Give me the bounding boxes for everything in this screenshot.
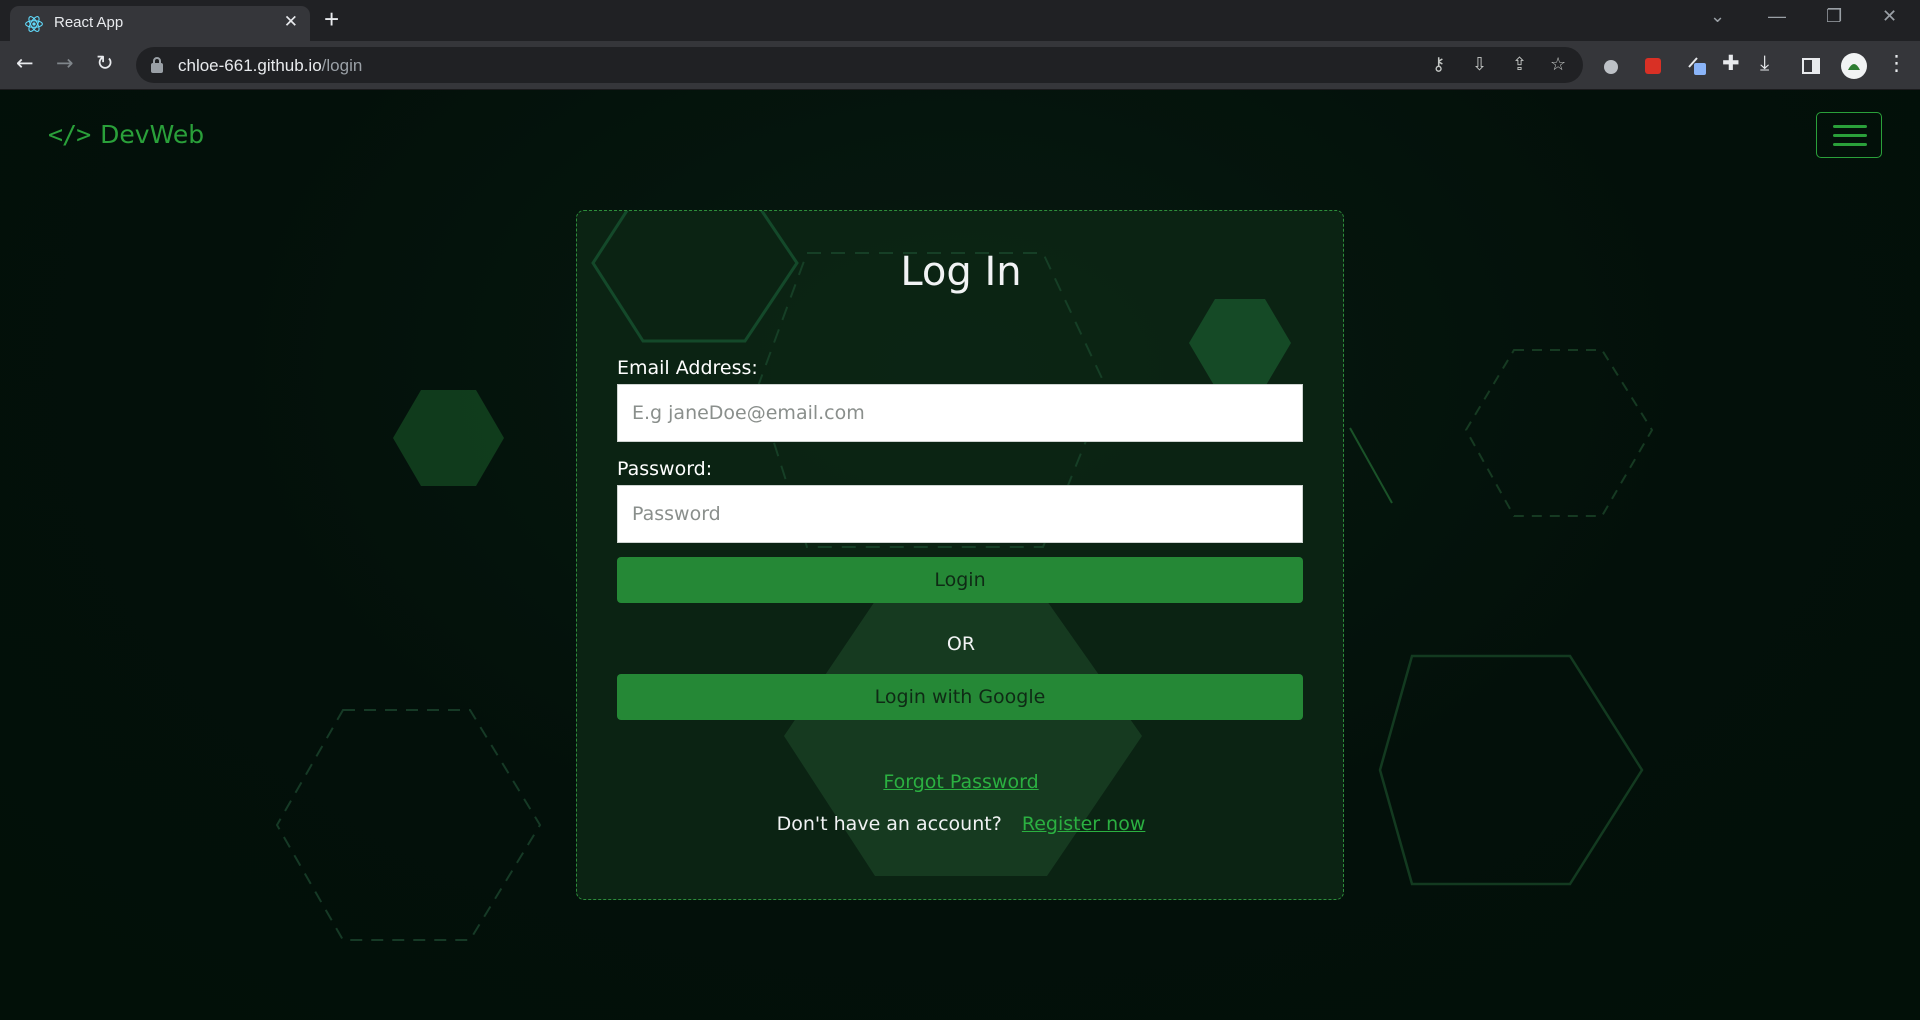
- minimize-icon[interactable]: —: [1768, 6, 1786, 27]
- hamburger-menu-icon: [1833, 134, 1867, 137]
- browser-menu-icon[interactable]: ⋮: [1886, 51, 1907, 75]
- new-tab-icon[interactable]: +: [324, 4, 339, 35]
- url-host: chloe-661.github.io: [178, 56, 322, 75]
- restore-icon[interactable]: ❐: [1826, 6, 1842, 27]
- page-content: </> DevWeb Log In Email Address: Passwor…: [0, 90, 1920, 1020]
- browser-tab-bar: React App ✕ + ⌄ — ❐ ✕: [0, 0, 1920, 41]
- email-label: Email Address:: [617, 357, 758, 379]
- tab-search-icon[interactable]: ⌄: [1710, 6, 1725, 27]
- extension-cloud-icon[interactable]: [1600, 55, 1622, 77]
- login-button[interactable]: Login: [617, 557, 1303, 603]
- password-label: Password:: [617, 458, 713, 480]
- browser-tab[interactable]: React App ✕: [10, 6, 310, 41]
- password-field[interactable]: [617, 485, 1303, 543]
- forgot-password-link[interactable]: Forgot Password: [883, 771, 1038, 793]
- install-icon[interactable]: ⇩: [1472, 54, 1487, 75]
- back-icon[interactable]: ←: [16, 51, 34, 75]
- login-card: Log In Email Address: Password: Login OR…: [576, 210, 1344, 900]
- or-divider: OR: [946, 633, 976, 655]
- lock-icon: [151, 57, 163, 73]
- downloads-icon[interactable]: ⤓: [1760, 51, 1769, 76]
- code-brackets-icon: </>: [48, 120, 91, 149]
- google-login-button[interactable]: Login with Google: [617, 674, 1303, 720]
- url-text: chloe-661.github.io/login: [178, 56, 362, 76]
- extension-red-icon[interactable]: [1642, 55, 1664, 77]
- register-row: Don't have an account? Register now: [577, 813, 1345, 835]
- address-bar[interactable]: chloe-661.github.io/login ⚷ ⇩ ⇪ ☆: [136, 47, 1583, 83]
- page-title: Log In: [900, 249, 1022, 295]
- close-tab-icon[interactable]: ✕: [284, 12, 298, 32]
- reload-icon[interactable]: ↻: [96, 51, 114, 75]
- navbar-toggle-button[interactable]: [1816, 112, 1882, 158]
- share-icon[interactable]: ⇪: [1512, 54, 1527, 75]
- browser-toolbar: ← → ↻ chloe-661.github.io/login ⚷ ⇩ ⇪ ☆ …: [0, 41, 1920, 90]
- hamburger-menu-icon: [1833, 143, 1867, 146]
- tab-title: React App: [54, 14, 124, 31]
- brand-logo[interactable]: </> DevWeb: [48, 120, 204, 149]
- register-link[interactable]: Register now: [1022, 813, 1145, 835]
- no-account-text: Don't have an account?: [776, 813, 1002, 835]
- key-icon[interactable]: ⚷: [1432, 54, 1445, 75]
- email-field[interactable]: [617, 384, 1303, 442]
- extensions-puzzle-icon[interactable]: ✚: [1722, 51, 1740, 75]
- react-logo-icon: [25, 16, 43, 32]
- bookmark-star-icon[interactable]: ☆: [1550, 54, 1566, 75]
- profile-avatar[interactable]: [1840, 52, 1868, 80]
- url-path: /login: [321, 56, 363, 75]
- brand-name: DevWeb: [100, 120, 205, 149]
- hamburger-menu-icon: [1833, 125, 1867, 128]
- close-window-icon[interactable]: ✕: [1882, 6, 1897, 27]
- forward-icon[interactable]: →: [56, 51, 74, 75]
- side-panel-icon[interactable]: [1800, 55, 1822, 77]
- forgot-password-row: Forgot Password: [577, 771, 1345, 793]
- extension-pen-icon[interactable]: [1686, 55, 1708, 77]
